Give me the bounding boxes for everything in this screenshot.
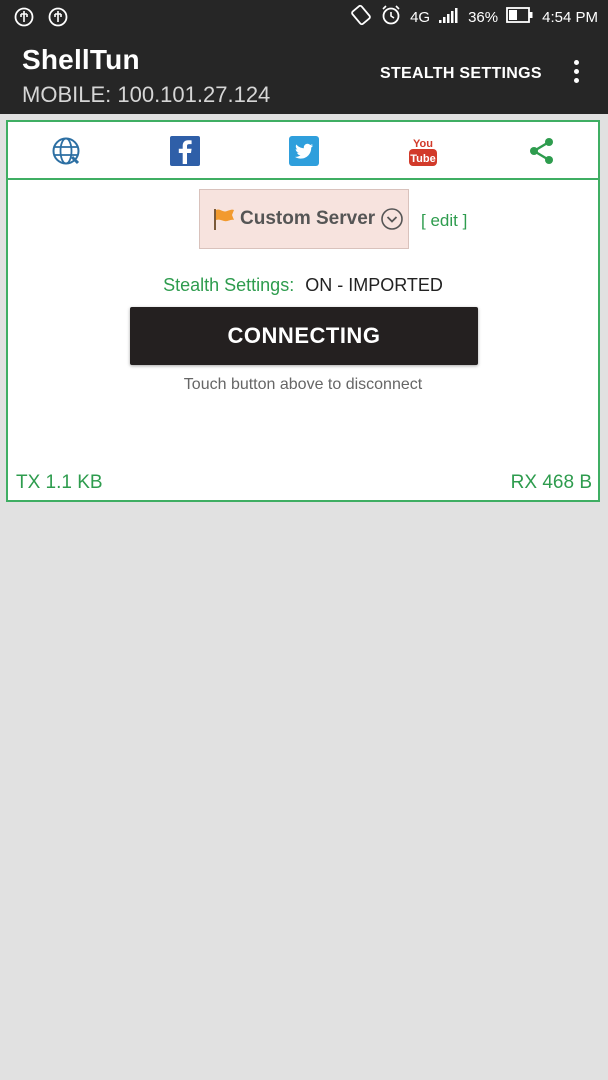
alarm-icon [380, 4, 402, 30]
stealth-label: Stealth Settings: [163, 275, 295, 295]
tx-counter: TX 1.1 KB [16, 472, 103, 493]
network-type: 4G [410, 8, 431, 26]
screen-rotate-icon [350, 4, 372, 30]
flag-icon [210, 206, 236, 232]
battery-icon [506, 6, 534, 28]
system-indicators: 4G 36% 4:54 PM [350, 0, 598, 34]
clock: 4:54 PM [542, 8, 598, 26]
youtube-icon[interactable]: You Tube [408, 136, 438, 166]
stealth-settings-button[interactable]: STEALTH SETTINGS [380, 65, 542, 83]
battery-percent: 36% [468, 8, 499, 26]
disconnect-hint: Touch button above to disconnect [183, 376, 423, 393]
usb-icon [48, 6, 68, 33]
status-bar: 4G 36% 4:54 PM [0, 0, 608, 34]
server-selector[interactable]: Custom Server [199, 189, 409, 249]
stealth-value: ON - IMPORTED [305, 275, 443, 295]
facebook-icon[interactable] [170, 136, 200, 166]
globe-icon[interactable] [51, 136, 81, 166]
twitter-icon[interactable] [289, 136, 319, 166]
signal-icon [438, 6, 460, 28]
rx-counter: RX 468 B [510, 472, 592, 493]
share-icon[interactable] [527, 136, 557, 166]
svg-text:Tube: Tube [410, 153, 435, 165]
connection-panel: You Tube Custom Server [ edit ] Stealth S… [6, 120, 600, 502]
edit-server-link[interactable]: [ edit ] [421, 211, 467, 231]
usb-icon [14, 6, 34, 33]
overflow-menu-icon[interactable] [564, 60, 588, 90]
chevron-down-icon [381, 208, 403, 230]
notification-icons [14, 6, 68, 33]
social-links-bar: You Tube [8, 122, 598, 180]
stealth-status: Stealth Settings: ON - IMPORTED [8, 275, 598, 296]
app-title: ShellTun [22, 44, 140, 75]
server-name: Custom Server [240, 208, 376, 229]
connection-ip: MOBILE: 100.101.27.124 [22, 82, 271, 107]
svg-text:You: You [413, 138, 433, 150]
connect-button[interactable]: CONNECTING [130, 307, 478, 365]
app-bar: ShellTun MOBILE: 100.101.27.124 STEALTH … [0, 34, 608, 114]
